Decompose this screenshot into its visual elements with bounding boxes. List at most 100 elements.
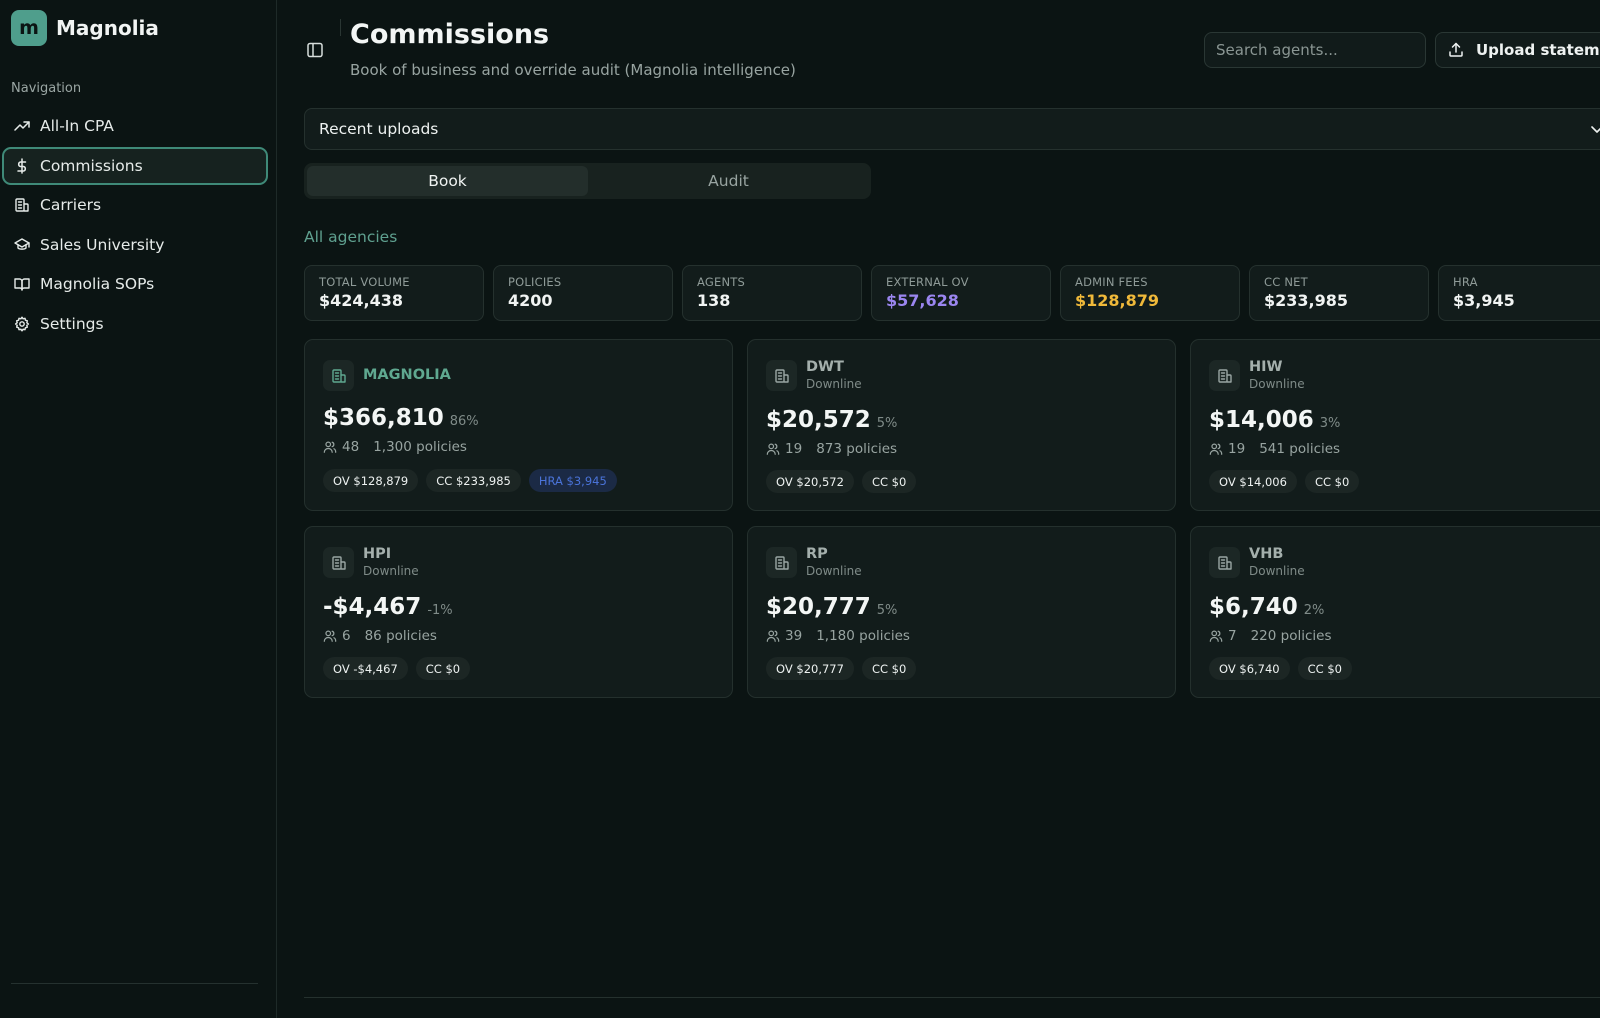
page-subtitle: Book of business and override audit (Mag… (350, 61, 796, 79)
stat-label: POLICIES (508, 275, 562, 289)
upload-statement-label: Upload statement (1476, 41, 1600, 59)
stat-value: 138 (697, 291, 731, 310)
agency-name: DWT (806, 359, 844, 375)
stat-value: 4200 (508, 291, 553, 310)
ov-chip: OV $20,777 (766, 657, 854, 680)
sidebar-item-label: Carriers (40, 196, 102, 214)
stat-value: $128,879 (1075, 291, 1160, 310)
sidebar-divider (11, 983, 258, 984)
agency-role: Downline (806, 564, 862, 578)
sidebar-item-label: Sales University (40, 235, 165, 254)
graduation-cap-icon (14, 237, 30, 250)
agency-chips: OV -$4,467 CC $0 (323, 657, 478, 680)
hra-chip: HRA $3,945 (528, 469, 617, 492)
agency-card-magnolia[interactable]: MAGNOLIA $366,810 86% 48 1,300 policies O… (304, 339, 733, 511)
sidebar-item-commissions[interactable]: Commissions (2, 146, 268, 185)
agency-policies: 873 policies (816, 441, 898, 457)
brand-name: Magnolia (56, 16, 159, 40)
agency-amount-value: $366,810 (323, 405, 444, 431)
cc-chip: CC $233,985 (426, 469, 521, 492)
sidebar-item-sales-university[interactable]: Sales University (2, 226, 268, 264)
section-label: All agencies (304, 228, 398, 246)
tab-audit[interactable]: Audit (588, 166, 869, 196)
upload-icon (1449, 42, 1463, 57)
users-icon (766, 630, 780, 642)
agency-amount: $20,572 5% (766, 407, 897, 433)
sidebar-toggle-icon[interactable] (306, 41, 324, 59)
search-input[interactable] (1204, 32, 1426, 68)
agency-policies: 220 policies (1250, 628, 1332, 644)
agency-policies: 1,180 policies (816, 628, 910, 644)
sidebar-item-magnolia-sops[interactable]: Magnolia SOPs (2, 265, 268, 303)
building-icon (1209, 360, 1240, 391)
sidebar-item-settings[interactable]: Settings (2, 305, 268, 343)
agency-amount: $20,777 5% (766, 594, 897, 620)
building-icon (323, 547, 354, 578)
gear-icon (14, 316, 30, 331)
nav-heading: Navigation (11, 81, 82, 96)
stat-label: CC NET (1264, 275, 1308, 289)
agency-policies: 86 policies (364, 628, 437, 644)
agency-policies: 1,300 policies (373, 439, 467, 455)
stat-label: AGENTS (697, 275, 745, 289)
brand[interactable]: m Magnolia (11, 10, 159, 46)
agency-card-hpi[interactable]: HPI Downline -$4,467 -1% 6 86 policies OV… (304, 526, 733, 698)
cc-chip: CC $0 (415, 657, 471, 680)
stat-label: ADMIN FEES (1075, 275, 1148, 289)
sidebar-item-label: All-In CPA (40, 117, 114, 135)
view-tabs: Book Audit (304, 163, 871, 199)
stat-agents: AGENTS 138 (682, 265, 862, 321)
agency-agent-count: 48 (342, 439, 360, 455)
ov-chip: OV $14,006 (1209, 470, 1297, 493)
agency-amount: $6,740 2% (1209, 594, 1324, 620)
agency-name: VHB (1249, 546, 1284, 562)
agency-amount: $14,006 3% (1209, 407, 1340, 433)
cc-chip: CC $0 (1297, 657, 1352, 680)
agency-meta: 19 541 policies (1209, 441, 1340, 457)
agency-meta: 48 1,300 policies (323, 439, 467, 455)
trending-up-icon (14, 121, 30, 131)
sidebar-nav: All-In CPA Commissions Carriers Sales Un… (2, 107, 268, 344)
agency-role: Downline (806, 377, 862, 391)
stat-hra: HRA $3,945 (1438, 265, 1600, 321)
users-icon (1209, 443, 1223, 455)
tab-book[interactable]: Book (307, 166, 588, 196)
recent-uploads-dropdown[interactable]: Recent uploads (304, 108, 1600, 150)
agency-card-rp[interactable]: RP Downline $20,777 5% 39 1,180 policies … (747, 526, 1176, 698)
page-title: Commissions (350, 19, 550, 50)
sidebar-item-label: Settings (40, 314, 104, 333)
agency-amount-value: $6,740 (1209, 594, 1298, 620)
users-icon (323, 441, 337, 453)
upload-statement-button[interactable]: Upload statement (1435, 32, 1600, 68)
sidebar-item-carriers[interactable]: Carriers (2, 186, 268, 224)
sidebar-item-label: Commissions (40, 156, 143, 175)
content-divider (304, 997, 1600, 998)
stat-label: HRA (1453, 275, 1478, 289)
agency-amount: $366,810 86% (323, 405, 479, 431)
agency-percent: 5% (876, 416, 898, 431)
agency-card-vhb[interactable]: VHB Downline $6,740 2% 7 220 policies OV … (1190, 526, 1600, 698)
agency-role: Downline (1249, 564, 1305, 578)
building-icon (323, 360, 354, 391)
stat-label: EXTERNAL OV (886, 275, 969, 289)
chevron-down-icon (1591, 126, 1600, 133)
stat-label: TOTAL VOLUME (319, 275, 410, 289)
agency-meta: 6 86 policies (323, 628, 437, 644)
sidebar-item-label: Magnolia SOPs (40, 275, 155, 293)
dollar-icon (17, 157, 27, 174)
ov-chip: OV -$4,467 (323, 657, 408, 680)
agency-name: RP (806, 546, 828, 562)
stat-value: $3,945 (1453, 291, 1515, 310)
agency-percent: -1% (427, 603, 453, 618)
agency-agent-count: 19 (1228, 441, 1246, 457)
agency-name: HIW (1249, 359, 1283, 375)
users-icon (766, 443, 780, 455)
agency-percent: 2% (1303, 603, 1325, 618)
agency-agent-count: 7 (1228, 628, 1237, 644)
agency-agent-count: 19 (785, 441, 803, 457)
agency-card-hiw[interactable]: HIW Downline $14,006 3% 19 541 policies O… (1190, 339, 1600, 511)
stat-external-ov: EXTERNAL OV $57,628 (871, 265, 1051, 321)
agency-card-dwt[interactable]: DWT Downline $20,572 5% 19 873 policies O… (747, 339, 1176, 511)
sidebar-item-all-in-cpa[interactable]: All-In CPA (2, 107, 268, 145)
brand-logo: m (11, 10, 47, 46)
